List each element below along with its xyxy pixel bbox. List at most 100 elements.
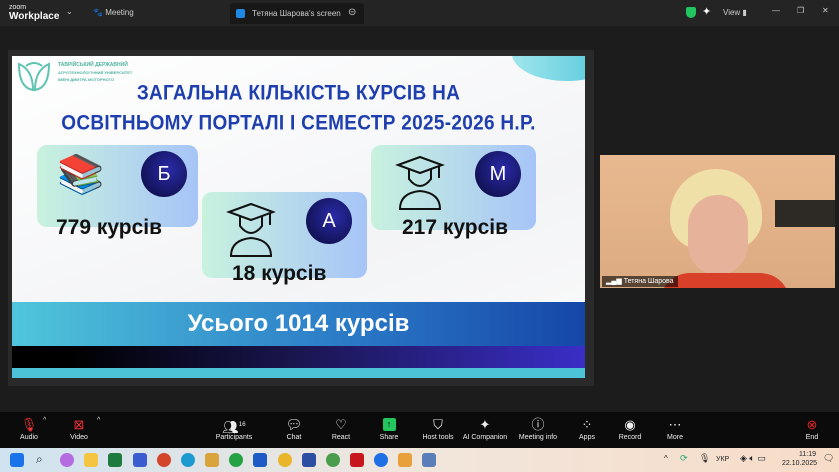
apps-label: Apps [579, 434, 595, 441]
react-label: React [331, 434, 351, 441]
more-label: More [667, 434, 683, 441]
close-icon[interactable]: ✕ [822, 6, 829, 15]
total-banner: Усього 1014 курсів [12, 302, 585, 346]
books-icon: 📚 [57, 154, 105, 196]
end-label: End [805, 434, 819, 441]
tray-app-icon[interactable]: ⟳ [680, 453, 688, 464]
screen-share-tab[interactable]: Тетяна Шарова's screen ⊝ [230, 3, 364, 24]
sparkle-icon: ✦ [479, 417, 491, 432]
time: 11:19 [799, 451, 816, 458]
record-label: Record [618, 434, 642, 441]
pdf-icon[interactable] [350, 453, 364, 467]
tray-chevron-icon[interactable]: ^ [664, 454, 668, 463]
search-icon[interactable]: ⌕ [36, 452, 50, 466]
participants-count: 16 [238, 422, 246, 428]
slide-title-line1: ЗАГАЛЬНА КІЛЬКІСТЬ КУРСІВ НА [136, 81, 461, 105]
participant-clothing [660, 273, 790, 288]
zoom-logo-small: zoom [9, 4, 27, 11]
host-tools-label: Host tools [422, 434, 454, 441]
bachelor-card: 📚 Б [37, 145, 198, 227]
chrome-profile-icon[interactable] [326, 453, 340, 467]
meeting-tab-label: Meeting [105, 8, 134, 17]
maximize-icon[interactable]: ❐ [797, 6, 804, 15]
count-label: 779 курсів [56, 216, 163, 239]
date: 22.10.2025 [782, 460, 818, 467]
start-icon[interactable] [10, 453, 24, 467]
paw-icon: 🐾 [93, 8, 103, 17]
chrome-icon[interactable] [278, 453, 292, 467]
logo-line: ТАВРІЙСЬКИЙ ДЕРЖАВНИЙ [58, 62, 128, 68]
background-object [775, 200, 835, 227]
participants-icon: 👥︎16 [222, 419, 246, 435]
graduate-icon [395, 155, 445, 210]
view-button[interactable]: View ▮ [723, 8, 747, 17]
app-icon[interactable] [398, 453, 412, 467]
sparkle-icon[interactable]: ✦ [702, 5, 711, 18]
clock[interactable]: 11:19 22.10.2025 [782, 450, 818, 468]
heart-icon: ♡ [335, 417, 347, 432]
more-button[interactable]: ⋯ More [645, 416, 705, 441]
screen-tab-label: Тетяна Шарова's screen [252, 9, 341, 18]
end-icon: ⊗ [806, 417, 818, 432]
badge: А [306, 198, 352, 244]
zoom-logo: Workplace [9, 11, 60, 22]
badge: Б [141, 151, 187, 197]
app-icon[interactable] [422, 453, 436, 467]
slide-title-line2: ОСВІТНЬОМУ ПОРТАЛІ І СЕМЕСТР 2025-2026 Н… [61, 111, 536, 135]
audio-options-chevron[interactable]: ^ [43, 417, 46, 424]
network-volume-battery-icons[interactable]: ◈ 🔈︎ ▭ [740, 453, 766, 464]
participant-video[interactable]: ▂▄▆ Тетяна Шарова [600, 155, 835, 288]
record-icon: ◉ [624, 417, 636, 432]
app-icon[interactable] [133, 453, 147, 467]
mic-icon[interactable]: 🎙︎ [699, 453, 710, 464]
notifications-icon[interactable]: 🗨︎ [823, 453, 834, 464]
windows-taskbar: ⌕ ^ ⟳ 🎙︎ УКР ◈ 🔈︎ ▭ 11:19 22.10.2025 🗨︎ [0, 448, 839, 472]
end-button[interactable]: ⊗ End [782, 416, 839, 441]
video-label: Video [70, 434, 88, 441]
more-icon: ⋯ [668, 417, 682, 432]
decorative-band [12, 346, 585, 368]
chat-label: Chat [286, 434, 302, 441]
edge-icon[interactable] [181, 453, 195, 467]
powerpoint-icon[interactable] [157, 453, 171, 467]
meeting-toolbar: 🎙︎ Audio ^ ⊠ Video ^ 👥︎16 Participants 💬︎ Ch… [0, 412, 839, 448]
participant-name-tag: ▂▄▆ Тетяна Шарова [602, 276, 678, 287]
video-options-chevron[interactable]: ^ [97, 417, 100, 424]
presentation-slide: ТАВРІЙСЬКИЙ ДЕРЖАВНИЙ АГРОТЕХНОЛОГІЧНИЙ … [12, 56, 585, 378]
count-label: 18 курсів [232, 262, 327, 285]
zoom-icon[interactable] [374, 453, 388, 467]
chevron-down-icon[interactable]: ⌄ [66, 7, 73, 16]
view-label: View [723, 8, 741, 17]
save-icon[interactable] [302, 453, 316, 467]
logo-line: АГРОТЕХНОЛОГІЧНИЙ УНІВЕРСИТЕТ [58, 70, 133, 75]
apps-icon: ⁘ [581, 417, 593, 432]
title-bar: zoom Workplace ⌄ 🐾 Meeting Тетяна Шарова… [0, 0, 839, 26]
badge: М [475, 151, 521, 197]
info-icon: ⓘ [531, 417, 545, 432]
participants-button[interactable]: 👥︎16 Participants [204, 416, 264, 441]
participant-name: Тетяна Шарова [623, 278, 674, 285]
share-icon: ↑ [382, 418, 396, 431]
decorative-shape [512, 56, 585, 81]
meeting-tab[interactable]: 🐾 Meeting [93, 8, 134, 17]
language-indicator[interactable]: УКР [716, 456, 729, 463]
share-label: Share [379, 434, 399, 441]
ai-companion-button[interactable]: ✦ AI Companion [455, 416, 515, 441]
excel-icon[interactable] [108, 453, 122, 467]
word-icon[interactable] [253, 453, 267, 467]
participants-label: Participants [215, 434, 253, 441]
shield-icon[interactable] [686, 7, 696, 18]
whatsapp-icon[interactable] [229, 453, 243, 467]
count-label: 217 курсів [402, 216, 509, 239]
signal-icon: ▂▄▆ [606, 278, 622, 285]
copilot-icon[interactable] [60, 453, 74, 467]
shield-icon: ⛉ [433, 417, 443, 432]
ai-companion-label: AI Companion [462, 434, 508, 441]
minimize-icon[interactable]: — [772, 6, 780, 15]
university-name: ТАВРІЙСЬКИЙ ДЕРЖАВНИЙ АГРОТЕХНОЛОГІЧНИЙ … [58, 62, 132, 83]
game-icon[interactable] [205, 453, 219, 467]
file-explorer-icon[interactable] [84, 453, 98, 467]
participant-icon [236, 9, 245, 18]
meeting-info-label: Meeting info [518, 434, 558, 441]
options-icon[interactable]: ⊝ [348, 7, 356, 18]
